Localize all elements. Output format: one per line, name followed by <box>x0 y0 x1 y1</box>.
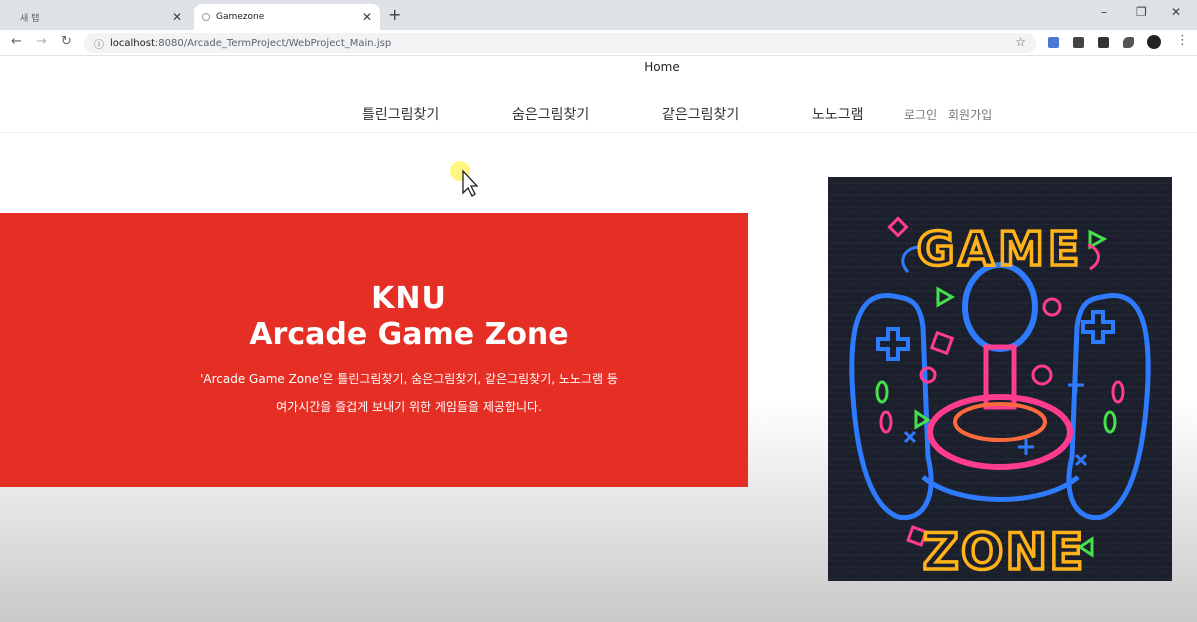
tab-title: Gamezone <box>216 12 265 22</box>
bookmark-star-icon[interactable]: ☆ <box>1015 35 1026 49</box>
back-icon[interactable]: ← <box>11 34 22 49</box>
close-icon[interactable]: ✕ <box>1171 5 1181 19</box>
hero-description-line: 여가시간을 즐겁게 보내기 위한 게임들을 제공합니다. <box>276 400 542 414</box>
tab-new-tab[interactable]: 새 탭 ✕ <box>6 4 190 30</box>
tab-title: 새 탭 <box>20 13 40 24</box>
profile-avatar[interactable] <box>1147 35 1161 49</box>
tab-close-icon[interactable]: ✕ <box>362 10 372 24</box>
kebab-menu-icon[interactable]: ⋮ <box>1176 33 1189 48</box>
login-link[interactable]: 로그인 <box>904 106 937 123</box>
hero-description: 'Arcade Game Zone'은 틀린그림찾기, 숨은그림찾기, 같은그림… <box>0 365 818 421</box>
extensions-puzzle-icon[interactable] <box>1123 37 1134 48</box>
nav-hidden-picture[interactable]: 숨은그림찾기 <box>512 104 589 124</box>
extension-icon[interactable] <box>1048 37 1059 48</box>
browser-tabstrip: 새 탭 ✕ Gamezone ✕ + – ❐ ✕ <box>0 0 1197 30</box>
tab-gamezone[interactable]: Gamezone ✕ <box>194 4 380 30</box>
hero-banner: KNU Arcade Game Zone 'Arcade Game Zone'은… <box>0 213 748 487</box>
knu-logo: KNU <box>371 281 447 316</box>
url-host: localhost <box>110 37 155 49</box>
nav-matching-picture[interactable]: 같은그림찾기 <box>662 104 739 124</box>
nav-divider <box>0 132 1197 133</box>
poster-word-zone: ZONE <box>923 523 1086 581</box>
forward-icon[interactable]: → <box>36 34 47 49</box>
globe-icon <box>202 13 210 21</box>
nav-nonogram[interactable]: 노노그램 <box>812 104 864 124</box>
minimize-icon[interactable]: – <box>1101 5 1107 19</box>
extension-icon[interactable] <box>1073 37 1084 48</box>
hero-title: Arcade Game Zone <box>249 317 569 352</box>
nav-spot-difference[interactable]: 틀린그림찾기 <box>362 104 439 124</box>
reload-icon[interactable]: ↻ <box>61 34 72 49</box>
poster-word-game: GAME <box>917 222 1084 276</box>
hero-description-line: 'Arcade Game Zone'은 틀린그림찾기, 숨은그림찾기, 같은그림… <box>200 372 618 386</box>
mouse-cursor-icon <box>450 161 478 197</box>
maximize-icon[interactable]: ❐ <box>1136 5 1147 19</box>
home-link[interactable]: Home <box>0 60 1197 74</box>
info-icon[interactable]: ⓘ <box>94 36 104 51</box>
plus-icon[interactable]: + <box>388 5 401 24</box>
game-zone-poster: GAME ZONE <box>828 177 1172 581</box>
browser-toolbar: ← → ↻ ⓘ localhost :8080/Arcade_TermProje… <box>0 30 1197 56</box>
tab-close-icon[interactable]: ✕ <box>172 10 182 24</box>
url-path: :8080/Arcade_TermProject/WebProject_Main… <box>154 37 392 49</box>
extension-icon[interactable] <box>1098 37 1109 48</box>
signup-link[interactable]: 회원가입 <box>948 106 992 123</box>
address-bar[interactable]: ⓘ localhost :8080/Arcade_TermProject/Web… <box>84 33 1036 53</box>
